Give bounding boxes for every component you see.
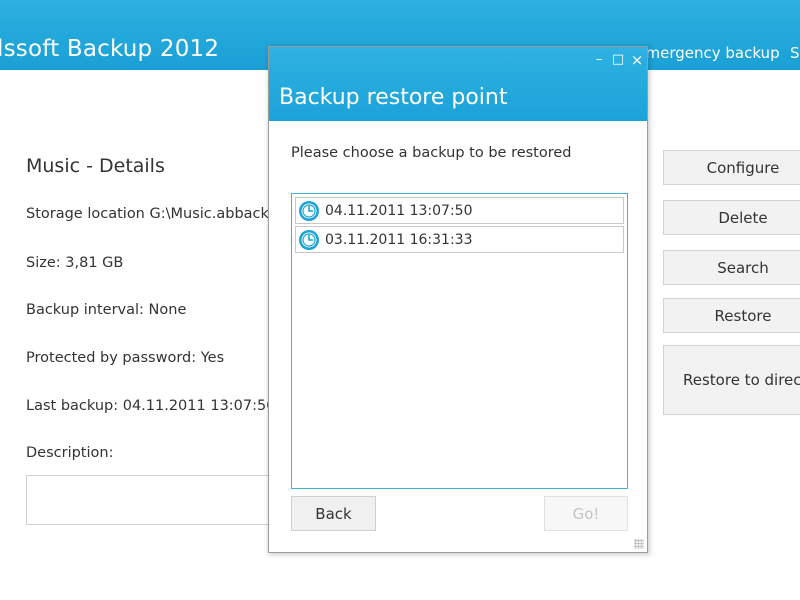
minimize-icon[interactable]: – (591, 53, 607, 67)
description-label: Description: (26, 445, 114, 461)
description-field[interactable] (26, 475, 286, 525)
clock-icon (299, 229, 319, 250)
backup-list-item[interactable]: 03.11.2011 16:31:33 (295, 226, 624, 253)
password-protection: Protected by password: Yes (26, 350, 225, 366)
back-button[interactable]: Back (291, 496, 376, 531)
search-button[interactable]: Search (663, 250, 800, 285)
nav-link-emergency-backup[interactable]: Emergency backup (636, 44, 780, 62)
backup-list-item[interactable]: 04.11.2011 13:07:50 (295, 197, 624, 224)
close-icon[interactable]: × (629, 53, 645, 68)
backup-size: Size: 3,81 GB (26, 255, 124, 271)
dialog-titlebar[interactable]: – □ × Backup restore point (269, 47, 647, 121)
dialog-title: Backup restore point (279, 85, 508, 110)
go-button[interactable]: Go! (544, 496, 628, 531)
app-title: lssoft Backup 2012 (0, 36, 220, 62)
backup-item-label: 04.11.2011 13:07:50 (325, 202, 473, 219)
restore-point-dialog: – □ × Backup restore point Please choose… (268, 46, 648, 553)
dialog-prompt: Please choose a backup to be restored (291, 145, 572, 161)
restore-button[interactable]: Restore (663, 298, 800, 333)
nav-link-settings[interactable]: S (790, 44, 800, 62)
resize-grip-icon[interactable] (634, 539, 644, 549)
restore-to-directory-button[interactable]: Restore to directo (663, 345, 800, 415)
last-backup: Last backup: 04.11.2011 13:07:50 (26, 398, 276, 414)
maximize-icon[interactable]: □ (610, 53, 626, 67)
details-title: Music - Details (26, 155, 165, 177)
configure-button[interactable]: Configure (663, 150, 800, 185)
delete-button[interactable]: Delete (663, 200, 800, 235)
backup-item-label: 03.11.2011 16:31:33 (325, 231, 473, 248)
backup-interval: Backup interval: None (26, 302, 187, 318)
backup-list[interactable]: 04.11.2011 13:07:50 03.11.2011 16:31:33 (291, 193, 628, 489)
storage-location: Storage location G:\Music.abbacku (26, 206, 278, 222)
clock-icon (299, 200, 319, 221)
